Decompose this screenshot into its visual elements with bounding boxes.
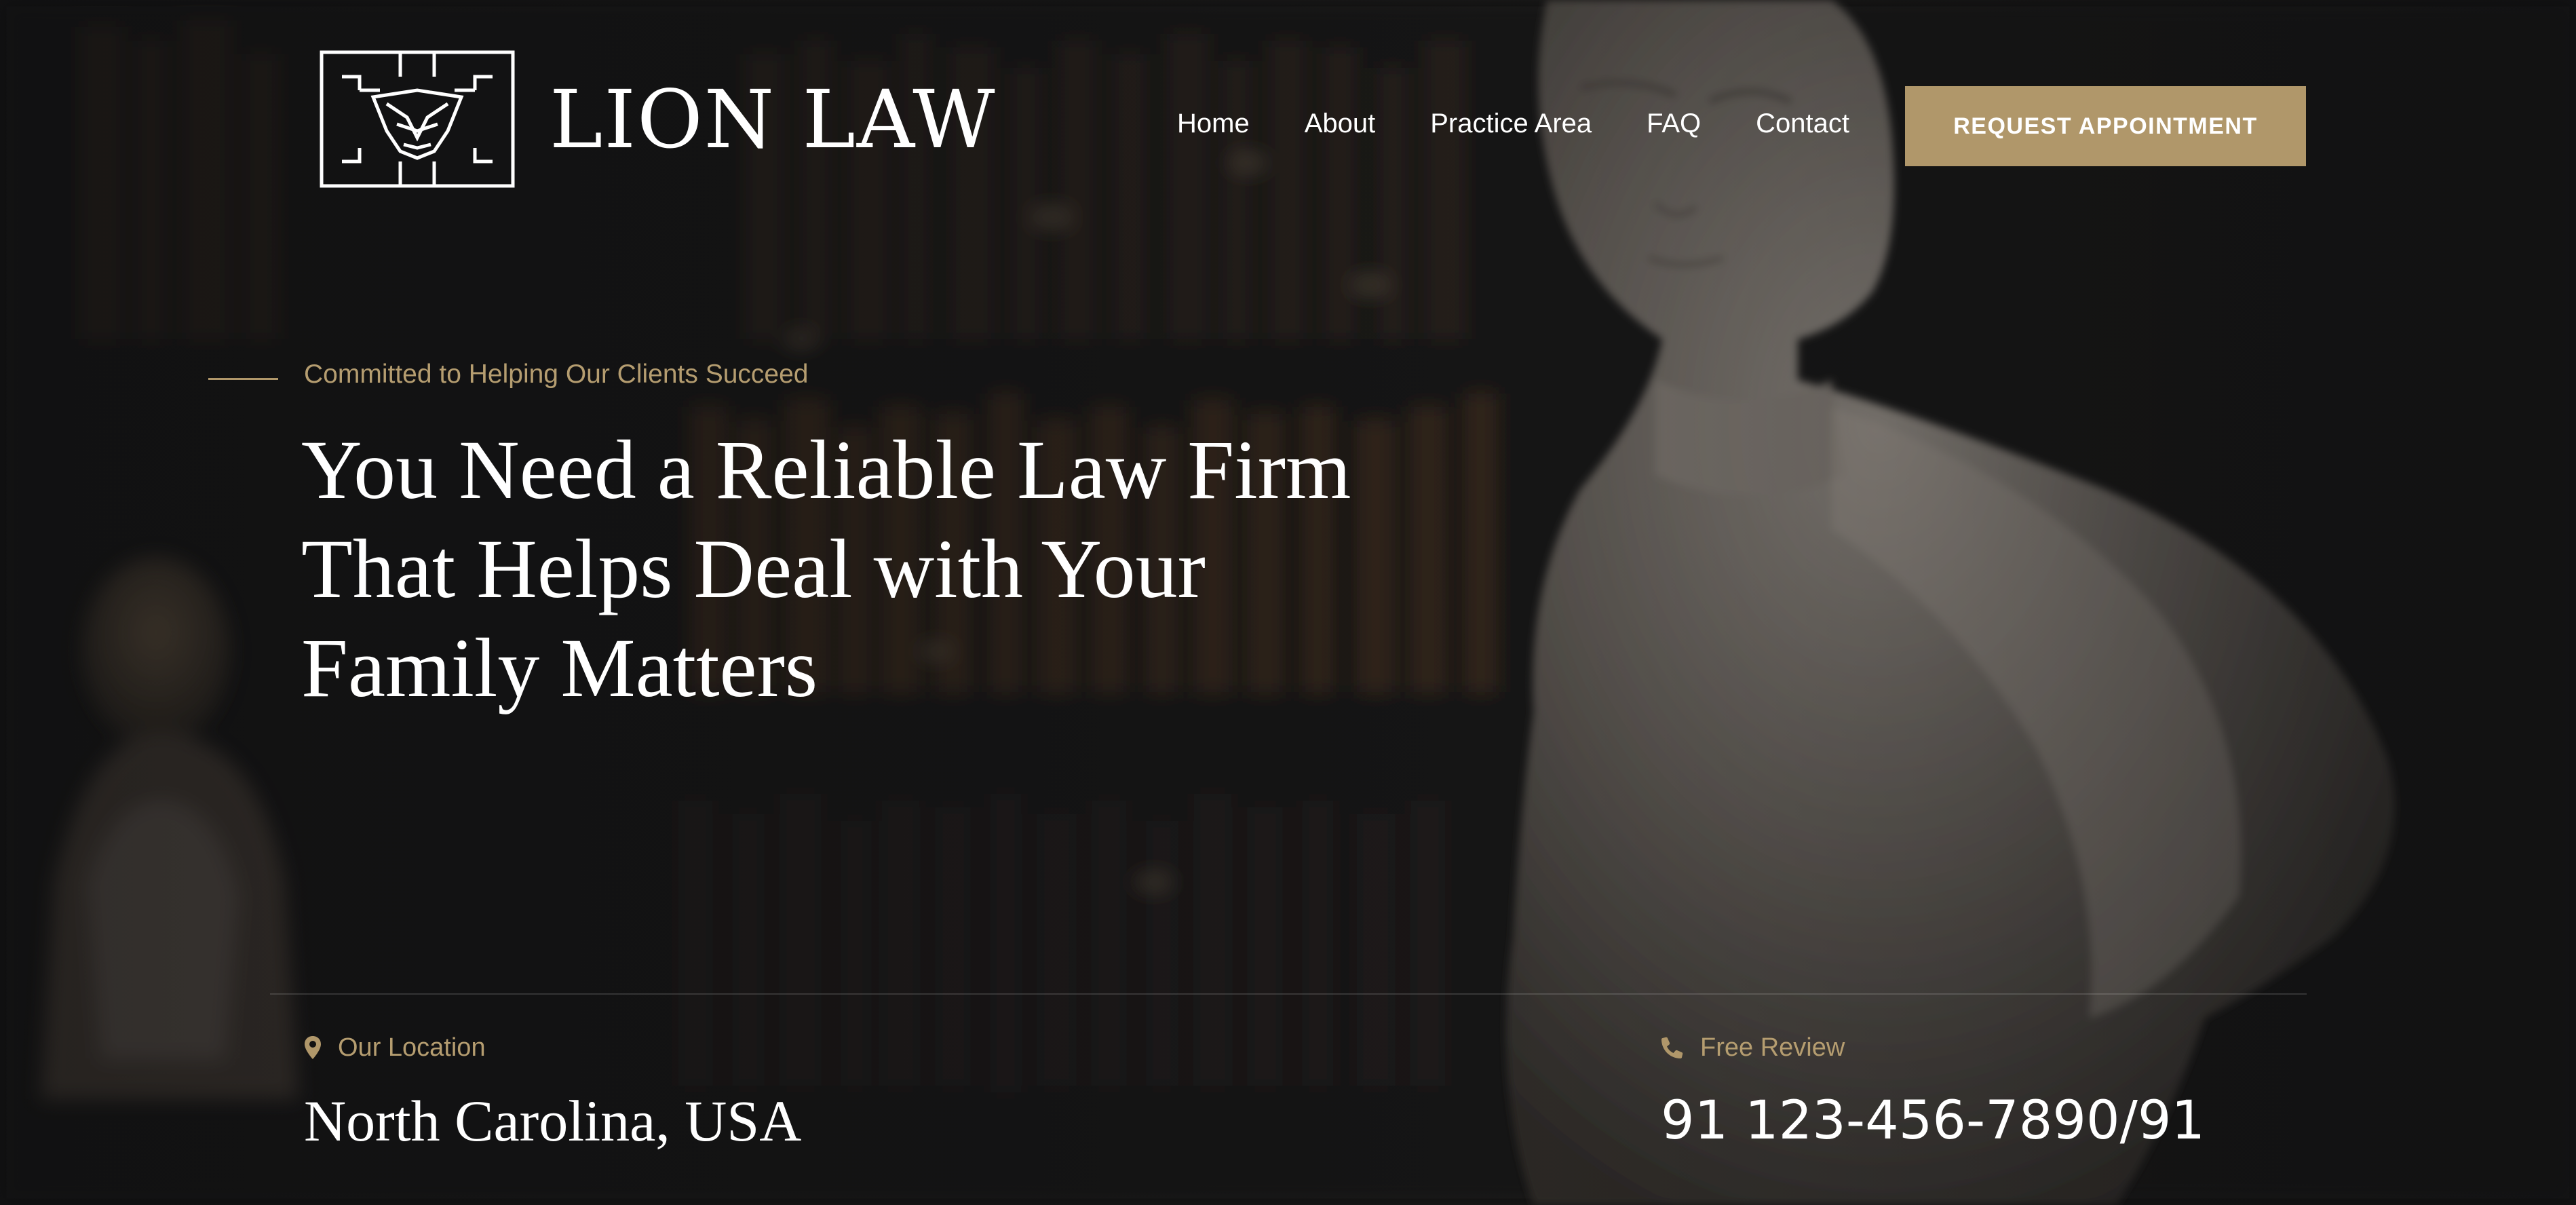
location-label: Our Location <box>338 1033 486 1062</box>
location-block: Our Location North Carolina, USA <box>304 1033 801 1153</box>
phone-icon <box>1661 1037 1683 1058</box>
brand-name: LION LAW <box>550 72 997 166</box>
eyebrow-divider <box>208 378 278 380</box>
phone-block: Free Review 91 123-456-7890/91 <box>1661 1033 2205 1153</box>
info-divider <box>270 993 2307 995</box>
nav-home[interactable]: Home <box>1177 109 1250 138</box>
map-pin-icon <box>305 1036 321 1059</box>
location-value: North Carolina, USA <box>304 1088 802 1153</box>
headline-line: That Helps Deal with Your <box>301 522 1206 615</box>
main-nav: Home About Practice Area FAQ Contact <box>1177 109 1849 138</box>
nav-faq[interactable]: FAQ <box>1647 109 1701 138</box>
nav-contact[interactable]: Contact <box>1756 109 1849 138</box>
brand-logo[interactable]: LION LAW <box>319 50 997 189</box>
request-appointment-button[interactable]: REQUEST APPOINTMENT <box>1905 86 2306 166</box>
hero-headline: You Need a Reliable Law Firm That Helps … <box>301 421 1455 718</box>
hero-eyebrow: Committed to Helping Our Clients Succeed <box>304 360 809 389</box>
nav-about[interactable]: About <box>1305 109 1376 138</box>
nav-practice-area[interactable]: Practice Area <box>1430 109 1592 138</box>
headline-line: You Need a Reliable Law Firm <box>301 423 1351 516</box>
phone-value[interactable]: 91 123-456-7890/91 <box>1661 1088 2205 1153</box>
lion-logo-icon <box>320 50 515 188</box>
phone-label: Free Review <box>1700 1033 1845 1062</box>
headline-line: Family Matters <box>301 621 818 714</box>
